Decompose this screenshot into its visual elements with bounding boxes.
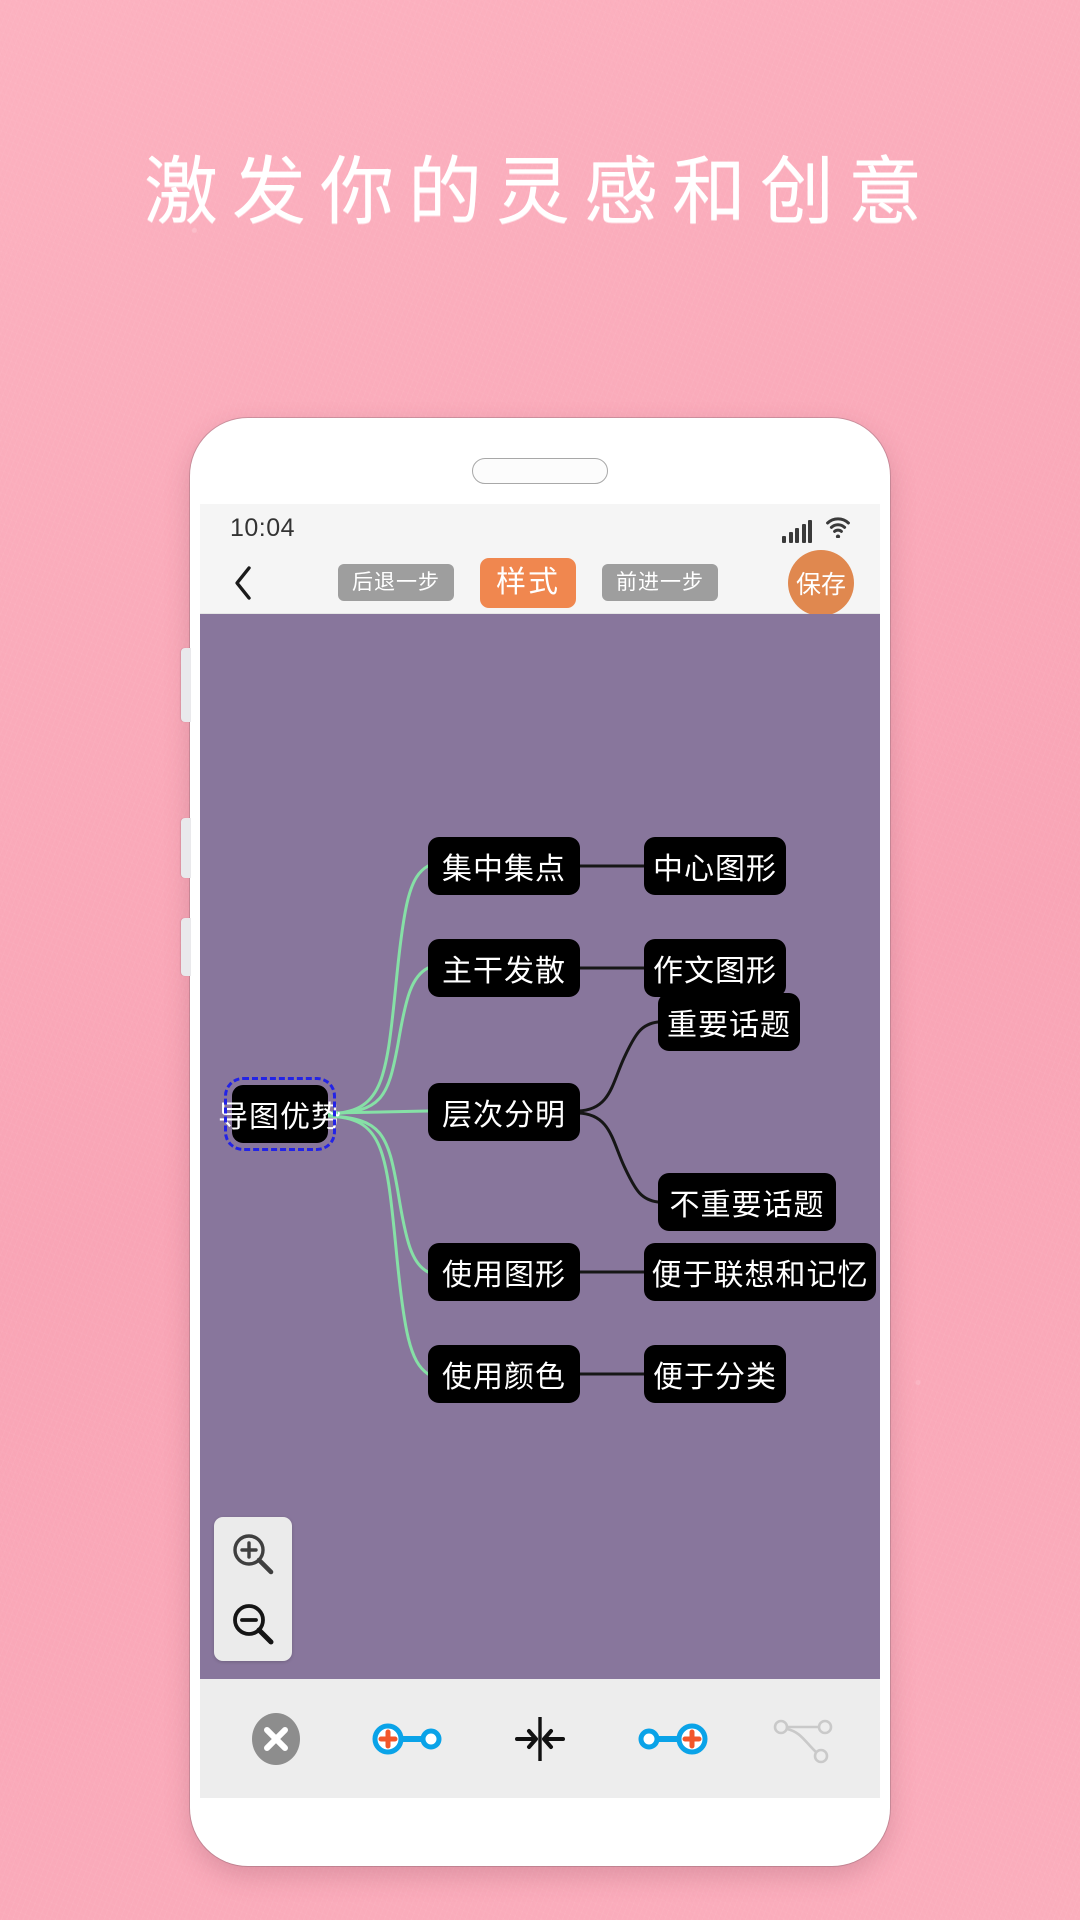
mindmap-node-branch-2[interactable]: 层次分明 [428, 1083, 580, 1141]
mindmap-root-node[interactable]: 导图优势 [218, 1077, 341, 1151]
zoom-controls [214, 1517, 292, 1661]
add-sibling-before-icon[interactable] [360, 1699, 456, 1779]
magnifier-minus-icon[interactable] [225, 1596, 281, 1652]
mindmap-node-branch-2-child-0[interactable]: 重要话题 [658, 993, 800, 1051]
magnifier-plus-icon[interactable] [225, 1526, 281, 1582]
speaker-pill [472, 458, 608, 484]
mindmap-node-branch-1[interactable]: 主干发散 [428, 939, 580, 997]
volume-up-button[interactable] [181, 648, 191, 722]
power-button[interactable] [181, 918, 191, 976]
home-indicator [415, 1778, 665, 1784]
collapse-node-icon[interactable] [492, 1699, 588, 1779]
style-button[interactable]: 样式 [480, 557, 576, 608]
mindmap-node-branch-4[interactable]: 使用颜色 [428, 1345, 580, 1403]
phone-mockup: 10:04 后退一步 样式 前进一步 保存 导图优势 集中集点 中心图形 主干发… [181, 418, 890, 1866]
promo-page: 激发你的灵感和创意 10:04 后退一步 样式 前进一步 保存 导图优势 集中集… [0, 0, 1080, 1920]
delete-node-icon[interactable] [228, 1699, 324, 1779]
mindmap-node-branch-3[interactable]: 使用图形 [428, 1243, 580, 1301]
wifi-icon [824, 514, 852, 543]
mindmap-node-branch-0[interactable]: 集中集点 [428, 837, 580, 895]
signal-bars-icon [782, 519, 812, 543]
mindmap-node-branch-2-child-1[interactable]: 不重要话题 [658, 1173, 836, 1231]
mindmap-node-branch-4-child-0[interactable]: 便于分类 [644, 1345, 786, 1403]
mindmap-canvas[interactable]: 导图优势 集中集点 中心图形 主干发散 作文图形 层次分明 重要话题 不重要话题… [200, 614, 880, 1679]
add-relation-icon[interactable] [756, 1699, 852, 1779]
status-time: 10:04 [230, 513, 296, 542]
phone-screen: 10:04 后退一步 样式 前进一步 保存 导图优势 集中集点 中心图形 主干发… [200, 504, 880, 1798]
redo-button[interactable]: 前进一步 [602, 564, 718, 601]
save-button[interactable]: 保存 [788, 549, 854, 616]
add-sibling-after-icon[interactable] [624, 1699, 720, 1779]
editor-bottom-bar [200, 1679, 880, 1798]
mindmap-connectors [326, 864, 660, 1376]
status-icons [782, 514, 852, 543]
mindmap-node-branch-1-child-0[interactable]: 作文图形 [644, 939, 786, 997]
mindmap-node-branch-0-child-0[interactable]: 中心图形 [644, 837, 786, 895]
status-bar: 10:04 [200, 504, 880, 552]
page-title: 激发你的灵感和创意 [144, 150, 936, 233]
editor-toolbar: 后退一步 样式 前进一步 保存 [200, 549, 880, 616]
undo-button[interactable]: 后退一步 [338, 564, 454, 601]
volume-down-button[interactable] [181, 818, 191, 878]
mindmap-node-branch-3-child-0[interactable]: 便于联想和记忆 [644, 1243, 876, 1301]
chevron-left-icon[interactable] [226, 563, 260, 603]
